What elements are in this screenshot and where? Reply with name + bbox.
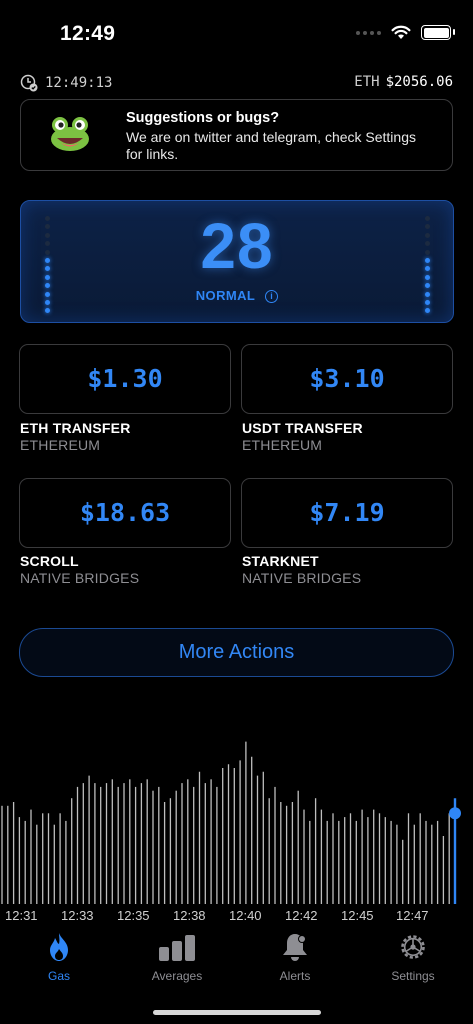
status-time: 12:49 [60,22,116,45]
tab-bar: Gas Averages Alerts Settings [0,932,473,992]
clock-check-icon [20,74,38,92]
info-icon[interactable]: i [265,290,279,303]
eth-price: $2056.06 [385,74,453,90]
gas-status: NORMAL i [21,288,453,303]
chart-tick-label: 12:31 [5,908,38,923]
bar-chart-icon [159,935,195,961]
tile-subtitle: NATIVE BRIDGES [20,570,140,586]
home-indicator [153,1010,321,1015]
tile-price: $3.10 [309,364,385,393]
chart-tick-label: 12:47 [396,908,429,923]
tab-alerts[interactable]: Alerts [240,932,350,988]
last-update-time: 12:49:13 [45,75,113,91]
tab-label: Averages [151,969,203,983]
battery-icon [421,25,455,40]
chart-time-axis: 12:31 12:33 12:35 12:38 12:40 12:42 12:45 12:47 [0,908,473,926]
signal-icon [356,30,381,35]
banner-title: Suggestions or bugs? [126,110,280,126]
chart-tick-label: 12:35 [117,908,150,923]
tile-title: SCROLL [20,553,79,569]
chart-tick-label: 12:40 [229,908,262,923]
tile-price: $18.63 [79,498,171,527]
flame-icon [50,933,68,961]
banner-body: We are on twitter and telegram, check Se… [126,129,416,162]
bell-icon [283,934,307,961]
tab-label: Settings [391,969,435,983]
scroll-bridge-tile[interactable]: $18.63 [19,478,231,548]
wifi-icon [391,25,411,39]
tile-price: $1.30 [87,364,163,393]
status-bar: 12:49 [0,0,473,60]
gas-value: 28 [200,210,274,282]
tile-subtitle: NATIVE BRIDGES [242,570,362,586]
last-update: 12:49:13 [20,74,112,92]
chart-tick-label: 12:33 [61,908,94,923]
meter-dot [45,308,50,314]
tile-title: ETH TRANSFER [20,420,131,436]
gas-price-card[interactable]: 28 NORMAL i [20,200,454,323]
eth-label: ETH [354,74,380,90]
tab-settings[interactable]: Settings [358,932,468,988]
chart-tick-label: 12:42 [285,908,318,923]
tile-title: STARKNET [242,553,319,569]
usdt-transfer-tile[interactable]: $3.10 [241,344,453,414]
meter-dot [425,308,430,314]
tile-subtitle: ETHEREUM [242,437,323,453]
status-icons [356,25,455,40]
chart-tick-label: 12:38 [173,908,206,923]
gas-history-chart[interactable] [0,690,473,930]
suggestions-banner[interactable]: Suggestions or bugs? We are on twitter a… [20,99,453,171]
tab-gas[interactable]: Gas [4,932,114,988]
more-actions-button[interactable]: More Actions [19,628,454,677]
tab-label: Gas [47,969,70,983]
frog-emoji-icon [51,117,89,151]
starknet-bridge-tile[interactable]: $7.19 [241,478,453,548]
chart-tick-label: 12:45 [341,908,374,923]
tab-label: Alerts [279,969,311,983]
tile-title: USDT TRANSFER [242,420,363,436]
tile-subtitle: ETHEREUM [20,437,101,453]
eth-transfer-tile[interactable]: $1.30 [19,344,231,414]
gear-icon [401,935,425,959]
eth-price-display: ETH $2056.06 [354,74,453,90]
gas-status-label: NORMAL [195,288,256,303]
tab-averages[interactable]: Averages [122,932,232,988]
info-row: 12:49:13 ETH $2056.06 [20,74,453,94]
tile-price: $7.19 [309,498,385,527]
current-point-marker[interactable] [449,807,461,820]
